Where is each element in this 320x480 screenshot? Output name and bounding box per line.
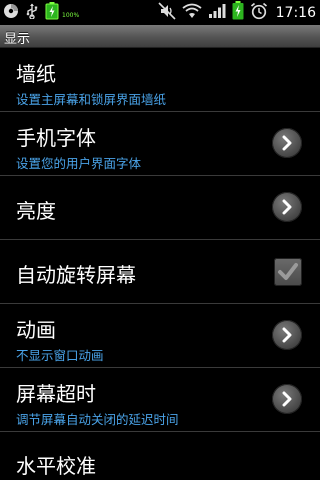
setting-phone-font[interactable]: 手机字体 设置您的用户界面字体 (0, 112, 320, 176)
setting-title: 屏幕超时 (16, 382, 96, 406)
setting-subtitle: 调节屏幕自动关闭的延迟时间 (16, 412, 179, 427)
mute-icon (158, 1, 176, 24)
setting-title: 动画 (16, 318, 56, 342)
setting-auto-rotate[interactable]: 自动旋转屏幕 (0, 240, 320, 304)
setting-title: 自动旋转屏幕 (16, 263, 136, 287)
status-left-icons (3, 1, 59, 24)
setting-horizontal-calibration[interactable]: 水平校准 (0, 440, 320, 480)
auto-rotate-checkbox[interactable] (274, 258, 302, 286)
page-title: 显示 (4, 32, 31, 47)
chevron-right-icon[interactable] (272, 128, 302, 158)
title-bar: 显示 (0, 25, 320, 48)
disc-icon (3, 3, 19, 23)
setting-subtitle: 设置您的用户界面字体 (16, 156, 142, 171)
setting-subtitle: 设置主屏幕和锁屏界面墙纸 (16, 92, 167, 107)
chevron-right-icon[interactable] (272, 192, 302, 222)
battery-icon (232, 1, 244, 24)
status-right-icons: 17:16 (158, 1, 316, 24)
signal-icon (208, 3, 226, 23)
battery-charge-icon (45, 1, 59, 24)
setting-screen-timeout[interactable]: 屏幕超时 调节屏幕自动关闭的延迟时间 (0, 368, 320, 432)
settings-list: 墙纸 设置主屏幕和锁屏界面墙纸 手机字体 设置您的用户界面字体 亮度 自动旋转屏… (0, 48, 320, 432)
chevron-right-icon[interactable] (272, 384, 302, 414)
setting-wallpaper[interactable]: 墙纸 设置主屏幕和锁屏界面墙纸 (0, 48, 320, 112)
setting-title: 墙纸 (16, 62, 56, 86)
clock-time: 17:16 (275, 4, 316, 21)
alarm-icon (250, 2, 268, 24)
status-bar: 100% 17:16 (0, 0, 320, 25)
setting-title: 亮度 (16, 199, 56, 223)
chevron-right-icon[interactable] (272, 320, 302, 350)
setting-title: 手机字体 (16, 126, 96, 150)
setting-brightness[interactable]: 亮度 (0, 176, 320, 240)
usb-icon (25, 3, 39, 23)
wifi-icon (182, 3, 202, 23)
setting-animation[interactable]: 动画 不显示窗口动画 (0, 304, 320, 368)
setting-subtitle: 不显示窗口动画 (16, 348, 104, 363)
battery-percent-label: 100% (62, 12, 80, 19)
setting-title: 水平校准 (16, 454, 96, 478)
